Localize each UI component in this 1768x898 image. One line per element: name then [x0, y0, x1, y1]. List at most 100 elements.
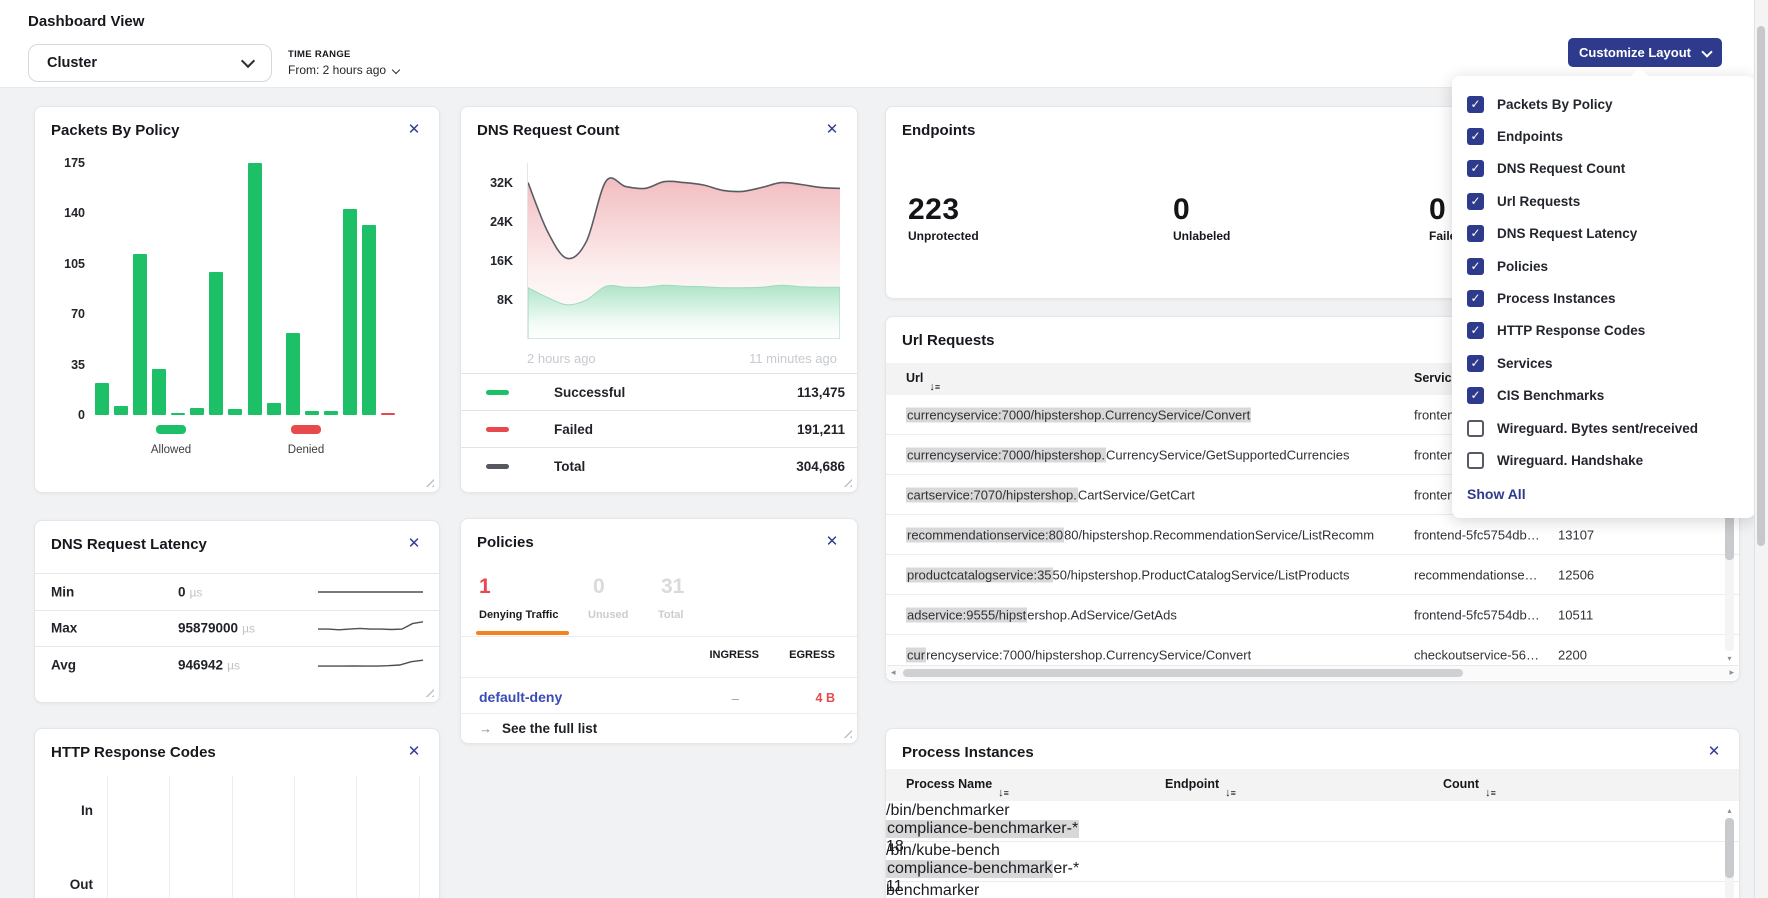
- scrollbar-thumb[interactable]: [1725, 818, 1734, 878]
- unused-count: 0: [593, 575, 605, 599]
- column-header-url[interactable]: Url: [906, 371, 923, 385]
- column-header-endpoint[interactable]: Endpoint: [1165, 777, 1219, 791]
- url-cell: recommendationservice:8080/hipstershop.R…: [906, 527, 1374, 542]
- horizontal-scrollbar[interactable]: [887, 665, 1738, 680]
- resize-handle[interactable]: [843, 729, 852, 738]
- checkbox-checked-icon[interactable]: ✓: [1467, 96, 1484, 113]
- packets-bar-plot: [95, 163, 395, 415]
- y-tick-label: 8K: [473, 293, 513, 307]
- close-icon[interactable]: [405, 743, 423, 761]
- url-cell: adservice:9555/hipstershop.AdService/Get…: [906, 607, 1177, 622]
- checkbox-checked-icon[interactable]: ✓: [1467, 290, 1484, 307]
- legend-row-failed: Failed191,211: [461, 410, 857, 447]
- process-table-row[interactable]: /bin/benchmarkercompliance-benchmarker-*…: [886, 802, 1739, 842]
- card-dns-request-latency: DNS Request Latency Min 0µs Max 95879000…: [34, 520, 440, 703]
- show-all-link[interactable]: Show All: [1467, 486, 1740, 502]
- sort-icon: [1225, 785, 1236, 799]
- column-header-process-name[interactable]: Process Name: [906, 777, 992, 791]
- checkbox-checked-icon[interactable]: ✓: [1467, 258, 1484, 275]
- menu-item-8[interactable]: ✓Services: [1452, 347, 1755, 379]
- menu-item-0[interactable]: ✓Packets By Policy: [1452, 88, 1755, 120]
- process-table-row[interactable]: /bin/kube-benchcompliance-benchmarker-*1…: [886, 842, 1739, 882]
- time-range-value-dropdown[interactable]: From: 2 hours ago: [288, 63, 399, 77]
- column-header-count[interactable]: Count: [1443, 777, 1479, 791]
- chevron-down-icon: [392, 65, 400, 73]
- view-select-dropdown[interactable]: Cluster: [28, 44, 272, 82]
- x-label-end: 11 minutes ago: [749, 351, 837, 366]
- menu-item-label: Endpoints: [1497, 129, 1563, 144]
- menu-item-11[interactable]: Wireguard. Handshake: [1452, 444, 1755, 476]
- chevron-down-icon: [1701, 46, 1712, 57]
- policy-link-default-deny[interactable]: default-deny: [479, 689, 562, 705]
- customize-layout-button[interactable]: Customize Layout: [1568, 38, 1722, 67]
- stat-label: Unlabeled: [1173, 229, 1230, 243]
- card-title: Endpoints: [902, 122, 975, 139]
- scroll-left-icon[interactable]: [891, 667, 896, 678]
- checkbox-checked-icon[interactable]: ✓: [1467, 128, 1484, 145]
- highlighted-text: cartservice:7070/hipstershop.: [906, 487, 1078, 502]
- checkbox-checked-icon[interactable]: ✓: [1467, 355, 1484, 372]
- checkbox-checked-icon[interactable]: ✓: [1467, 160, 1484, 177]
- menu-item-1[interactable]: ✓ Endpoints: [1452, 120, 1755, 152]
- y-tick-label: 32K: [473, 176, 513, 190]
- checkbox-checked-icon[interactable]: ✓: [1467, 322, 1484, 339]
- menu-item-10[interactable]: Wireguard. Bytes sent/received: [1452, 412, 1755, 444]
- scrollbar-thumb[interactable]: [1757, 26, 1765, 546]
- y-tick-label: 70: [43, 307, 85, 321]
- resize-handle[interactable]: [425, 478, 434, 487]
- close-icon[interactable]: [405, 121, 423, 139]
- latency-unit: µs: [242, 622, 255, 636]
- menu-item-9[interactable]: ✓CIS Benchmarks: [1452, 380, 1755, 412]
- tab-unused[interactable]: Unused: [588, 609, 628, 621]
- menu-item-3[interactable]: ✓Url Requests: [1452, 185, 1755, 217]
- close-icon[interactable]: [823, 121, 841, 139]
- menu-item-7[interactable]: ✓HTTP Response Codes: [1452, 315, 1755, 347]
- card-title: Packets By Policy: [51, 122, 179, 139]
- process-table-row[interactable]: benchmarkercompliance-benchmarker-*9: [886, 882, 1739, 898]
- time-range-label: TIME RANGE: [288, 49, 399, 60]
- resize-handle[interactable]: [425, 688, 434, 697]
- page-scrollbar[interactable]: [1754, 0, 1768, 898]
- service-cell: recommendationse…: [1414, 567, 1546, 582]
- url-text: CurrencyService/GetSupportedCurrencies: [1106, 447, 1350, 462]
- vertical-scrollbar[interactable]: [1725, 818, 1734, 898]
- bar-allowed: [114, 406, 128, 415]
- card-title: Process Instances: [902, 744, 1034, 761]
- menu-item-5[interactable]: ✓Policies: [1452, 250, 1755, 282]
- close-icon[interactable]: [1705, 743, 1723, 761]
- url-table-row[interactable]: productcatalogservice:3550/hipstershop.P…: [886, 555, 1739, 595]
- bar-allowed: [133, 254, 147, 415]
- tab-total[interactable]: Total: [658, 609, 683, 621]
- checkbox-checked-icon[interactable]: ✓: [1467, 193, 1484, 210]
- checkbox-unchecked-icon[interactable]: [1467, 420, 1484, 437]
- legend-allowed: Allowed: [135, 425, 207, 458]
- tab-denying-traffic[interactable]: Denying Traffic: [479, 609, 558, 621]
- arrow-right-icon: [479, 721, 492, 736]
- menu-item-2[interactable]: ✓DNS Request Count: [1452, 153, 1755, 185]
- url-table-row[interactable]: recommendationservice:8080/hipstershop.R…: [886, 515, 1739, 555]
- scroll-up-icon[interactable]: ▴: [1725, 806, 1734, 815]
- scrollbar-thumb[interactable]: [903, 669, 1463, 677]
- url-table-row[interactable]: adservice:9555/hipstershop.AdService/Get…: [886, 595, 1739, 635]
- menu-item-label: Wireguard. Bytes sent/received: [1497, 421, 1698, 436]
- bar-allowed: [190, 408, 204, 415]
- url-cell: cartservice:7070/hipstershop.CartService…: [906, 487, 1195, 502]
- see-full-list-link[interactable]: See the full list: [479, 721, 597, 736]
- menu-item-4[interactable]: ✓DNS Request Latency: [1452, 218, 1755, 250]
- checkbox-checked-icon[interactable]: ✓: [1467, 387, 1484, 404]
- process-table-header: Process Name Endpoint Count: [886, 769, 1739, 801]
- scroll-right-icon[interactable]: [1729, 667, 1734, 678]
- url-text: 80/hipstershop.RecommendationService/Lis…: [1064, 527, 1374, 542]
- bar-allowed: [324, 411, 338, 415]
- close-icon[interactable]: [405, 535, 423, 553]
- checkbox-checked-icon[interactable]: ✓: [1467, 225, 1484, 242]
- checkbox-unchecked-icon[interactable]: [1467, 452, 1484, 469]
- scroll-down-icon[interactable]: ▾: [1725, 654, 1734, 663]
- menu-item-6[interactable]: ✓Process Instances: [1452, 282, 1755, 314]
- card-title: HTTP Response Codes: [51, 744, 216, 761]
- card-title: Url Requests: [902, 332, 995, 349]
- latency-label: Avg: [51, 657, 76, 672]
- close-icon[interactable]: [823, 533, 841, 551]
- customize-layout-label: Customize Layout: [1579, 45, 1691, 60]
- legend-label: Denied: [288, 444, 324, 456]
